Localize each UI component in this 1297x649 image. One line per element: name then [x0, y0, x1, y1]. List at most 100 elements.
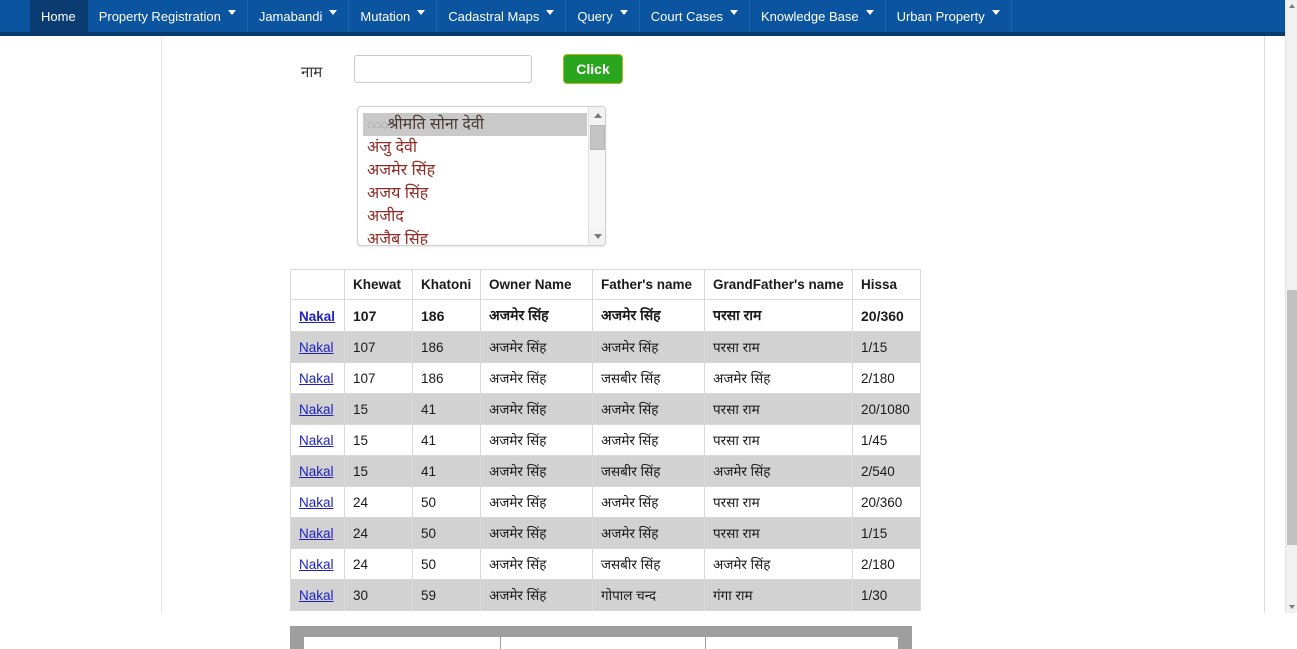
cell-hissa: 2/540	[852, 455, 921, 487]
nav-item-urban-property[interactable]: Urban Property	[886, 0, 1012, 32]
listbox-scroll-thumb[interactable]	[590, 125, 605, 150]
nakal-link[interactable]: Nakal	[299, 433, 334, 448]
pager-cell[interactable]	[706, 637, 898, 649]
nakal-cell: Nakal	[290, 517, 345, 549]
cell-owner: अजमेर सिंह	[480, 393, 593, 425]
nav-item-label: Cadastral Maps	[448, 8, 540, 24]
click-search-button[interactable]: Click	[563, 54, 623, 84]
nakal-cell: Nakal	[290, 486, 345, 518]
suggestion-item[interactable]: अजीद	[363, 205, 587, 228]
cell-khewat: 107	[344, 299, 413, 332]
chevron-down-icon	[619, 9, 628, 15]
suggestion-item[interactable]: अजमेर सिंह	[363, 159, 587, 182]
nakal-link[interactable]: Nakal	[299, 402, 334, 417]
nav-item-label: Jamabandi	[258, 8, 323, 24]
listbox-scrollbar[interactable]	[588, 107, 605, 245]
nakal-link[interactable]: Nakal	[299, 557, 334, 572]
nav-item-court-cases[interactable]: Court Cases	[640, 0, 750, 32]
listbox-scroll-down-icon[interactable]	[589, 228, 605, 245]
chevron-down-icon	[227, 9, 236, 15]
table-header: Khewat Khatoni Owner Name Father's name Gran…	[290, 269, 921, 300]
nakal-link[interactable]: Nakal	[299, 464, 334, 479]
table-row: Nakal 24 50 अजमेर सिंह अजमेर सिंह परसा राम 20/…	[290, 486, 921, 518]
page-scroll-thumb[interactable]	[1287, 290, 1297, 545]
cell-father: अजमेर सिंह	[592, 517, 705, 549]
triangle-up-icon	[1289, 4, 1295, 8]
nav-item-label: Urban Property	[896, 8, 985, 24]
nav-item-label: Court Cases	[650, 8, 723, 24]
triangle-down-icon	[1289, 605, 1295, 609]
cell-khatoni: 41	[412, 424, 481, 456]
page-scroll-up-icon[interactable]	[1286, 0, 1297, 12]
nakal-cell: Nakal	[290, 579, 345, 611]
suggestion-item[interactable]: अजैब सिंह	[363, 228, 587, 246]
cell-owner: अजमेर सिंह	[480, 486, 593, 518]
cell-grandfather: अजमेर सिंह	[704, 455, 853, 487]
cell-father: जसबीर सिंह	[592, 548, 705, 580]
suggestion-item[interactable]: अंजु देवी	[363, 136, 587, 159]
nav-item-label: Query	[577, 8, 613, 24]
nakal-cell: Nakal	[290, 299, 345, 332]
cell-khewat: 24	[344, 548, 413, 580]
cell-father: गोपाल चन्द	[592, 579, 705, 611]
cell-owner: अजमेर सिंह	[480, 517, 593, 549]
nav-item-mutation[interactable]: Mutation	[349, 0, 438, 32]
cell-grandfather: अजमेर सिंह	[704, 548, 853, 580]
cell-khatoni: 41	[412, 455, 481, 487]
main-navigation-bar: Home Property Registration Jamabandi Mutati…	[0, 0, 1297, 36]
suggestion-item-label: अजैब सिंह	[367, 231, 429, 246]
nav-item-jamabandi[interactable]: Jamabandi	[248, 0, 350, 32]
cell-hissa: 1/15	[852, 517, 921, 549]
pager-row	[304, 637, 898, 649]
pager-cell[interactable]	[501, 637, 706, 649]
nav-item-knowledge-base[interactable]: Knowledge Base	[750, 0, 886, 32]
column-header: Khatoni	[412, 269, 481, 300]
page-content-container: नाम Click ◌◌◌श्रीमति सोना देवी अंजु देवी अ…	[161, 36, 1265, 649]
column-header: Father's name	[592, 269, 705, 300]
cell-grandfather: परसा राम	[704, 517, 853, 549]
cell-khatoni: 186	[412, 362, 481, 394]
search-input[interactable]	[354, 55, 532, 83]
chevron-down-icon	[417, 9, 426, 15]
jamabandi-results-table: Khewat Khatoni Owner Name Father's name Gran…	[290, 269, 921, 611]
suggestion-list: ◌◌◌श्रीमति सोना देवी अंजु देवी अजमेर सिंह अ…	[363, 113, 587, 246]
name-search-form: नाम Click	[162, 54, 1264, 98]
cell-father: अजमेर सिंह	[592, 486, 705, 518]
listbox-scroll-up-icon[interactable]	[589, 107, 605, 124]
table-row: Nakal 30 59 अजमेर सिंह गोपाल चन्द गंगा राम 1/3…	[290, 579, 921, 611]
cell-khewat: 24	[344, 486, 413, 518]
nakal-link[interactable]: Nakal	[299, 340, 334, 355]
nav-item-label: Property Registration	[98, 8, 221, 24]
table-row: Nakal 107 186 अजमेर सिंह अजमेर सिंह परसा राम 1…	[290, 331, 921, 363]
cell-father: जसबीर सिंह	[592, 455, 705, 487]
nakal-link[interactable]: Nakal	[299, 588, 334, 603]
suggestion-item-label: श्रीमति सोना देवी	[387, 116, 484, 133]
nakal-link[interactable]: Nakal	[299, 495, 334, 510]
nav-item-cadastral-maps[interactable]: Cadastral Maps	[437, 0, 567, 32]
suggestion-item[interactable]: ◌◌◌श्रीमति सोना देवी	[363, 113, 587, 136]
cell-khewat: 15	[344, 455, 413, 487]
nav-item-query[interactable]: Query	[566, 0, 640, 32]
cell-owner: अजमेर सिंह	[480, 362, 593, 394]
cell-khewat: 107	[344, 362, 413, 394]
pager-cell[interactable]	[304, 637, 501, 649]
page-scroll-down-icon[interactable]	[1286, 601, 1297, 613]
column-header: GrandFather's name	[704, 269, 853, 300]
cell-hissa: 20/360	[852, 299, 921, 332]
cell-grandfather: अजमेर सिंह	[704, 362, 853, 394]
nav-item-property-registration[interactable]: Property Registration	[88, 0, 248, 32]
suggestion-item-label: अंजु देवी	[367, 139, 418, 156]
cell-owner: अजमेर सिंह	[480, 579, 593, 611]
nakal-cell: Nakal	[290, 331, 345, 363]
nakal-link[interactable]: Nakal	[299, 371, 334, 386]
suggestion-item[interactable]: अजय सिंह	[363, 182, 587, 205]
cell-hissa: 20/1080	[852, 393, 921, 425]
nav-item-home[interactable]: Home	[30, 0, 88, 32]
nakal-link[interactable]: Nakal	[299, 309, 335, 324]
triangle-down-icon	[593, 234, 602, 239]
cell-khewat: 15	[344, 424, 413, 456]
nakal-link[interactable]: Nakal	[299, 526, 334, 541]
page-scrollbar[interactable]	[1285, 0, 1297, 613]
name-suggestion-listbox[interactable]: ◌◌◌श्रीमति सोना देवी अंजु देवी अजमेर सिंह अ…	[357, 106, 606, 246]
cell-grandfather: परसा राम	[704, 331, 853, 363]
